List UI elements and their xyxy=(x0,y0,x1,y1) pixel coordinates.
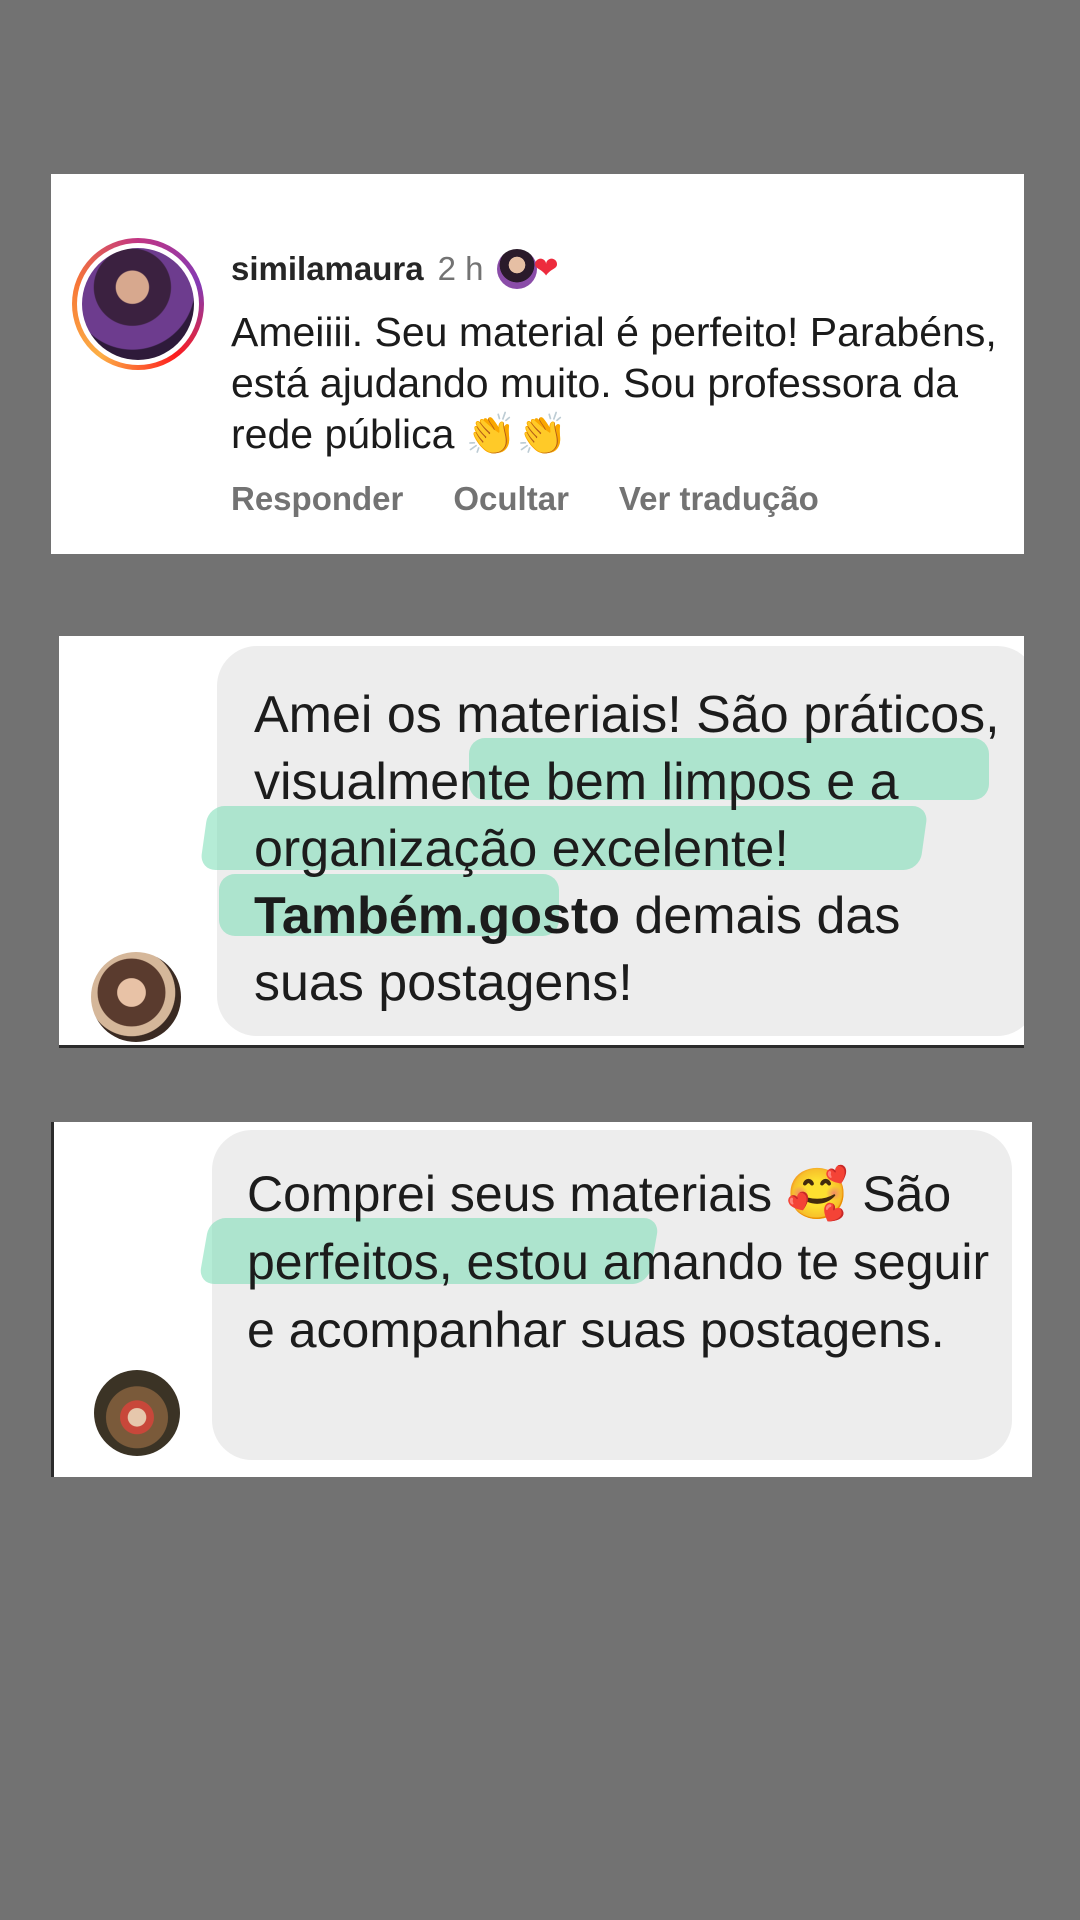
message-card: Comprei seus materiais 🥰 São perfeitos, … xyxy=(51,1122,1032,1477)
see-translation-button[interactable]: Ver tradução xyxy=(619,480,819,518)
message-card: Amei os materiais! São práticos, visualm… xyxy=(59,636,1024,1048)
message-segment: Comprei seus materiais 🥰 São perfeitos, … xyxy=(247,1166,990,1358)
hide-button[interactable]: Ocultar xyxy=(453,480,569,518)
message-text: Amei os materiais! São práticos, visualm… xyxy=(254,682,1014,1017)
username[interactable]: similamaura xyxy=(231,250,424,288)
comment-card: similamaura 2 h ❤ Ameiiii. Seu material … xyxy=(51,174,1024,554)
story-ring[interactable] xyxy=(72,238,204,370)
liked-by-author-avatar xyxy=(497,249,538,289)
message-text: Comprei seus materiais 🥰 São perfeitos, … xyxy=(247,1160,1007,1364)
message-segment: Amei os materiais! São práticos, visualm… xyxy=(254,686,1000,878)
heart-icon: ❤ xyxy=(533,252,559,285)
comment-time: 2 h xyxy=(437,250,484,287)
comment-text: Ameiiii. Seu material é perfeito! Parabé… xyxy=(231,309,997,457)
comment-header: similamaura 2 h ❤ xyxy=(231,244,559,294)
reply-button[interactable]: Responder xyxy=(231,480,403,518)
message-segment-bold: Também.gosto xyxy=(254,887,620,945)
sender-avatar[interactable] xyxy=(94,1370,180,1456)
comment-actions: Responder Ocultar Ver tradução xyxy=(231,480,819,518)
avatar[interactable] xyxy=(82,248,194,360)
sender-avatar[interactable] xyxy=(91,952,181,1042)
